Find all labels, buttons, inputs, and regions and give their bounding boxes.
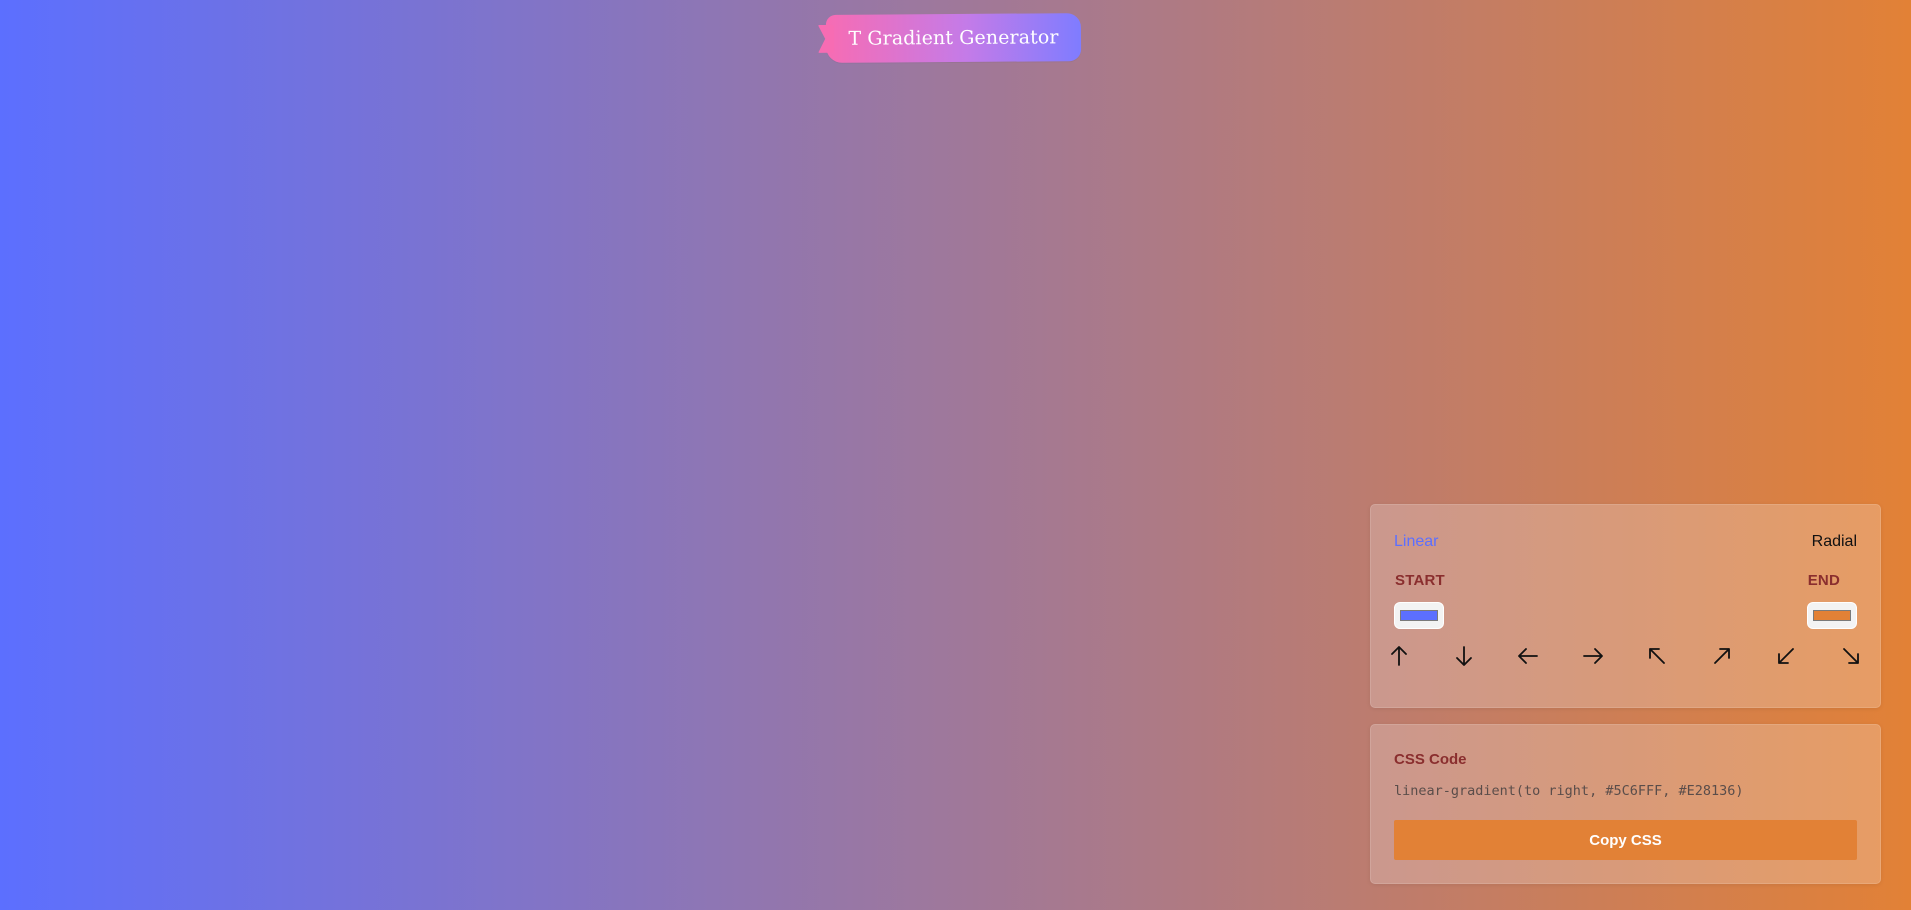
start-color-picker[interactable] — [1394, 602, 1444, 629]
linear-mode-tab[interactable]: Linear — [1394, 533, 1438, 551]
end-color-picker[interactable] — [1807, 602, 1857, 629]
css-code-heading: CSS Code — [1394, 751, 1467, 768]
arrow-up-icon — [1387, 644, 1411, 673]
direction-down-button[interactable] — [1448, 642, 1480, 674]
arrow-down-icon — [1452, 644, 1476, 673]
direction-buttons — [1383, 642, 1867, 674]
arrow-right-icon — [1581, 644, 1605, 673]
gradient-controls-panel: Linear Radial START END — [1370, 504, 1881, 708]
arrow-left-icon — [1516, 644, 1540, 673]
radial-mode-tab[interactable]: Radial — [1812, 533, 1857, 551]
start-color-swatch — [1400, 610, 1438, 621]
direction-up-right-button[interactable] — [1706, 642, 1738, 674]
page-title: T Gradient Generator — [848, 26, 1059, 50]
end-color-label: END — [1807, 572, 1840, 589]
direction-left-button[interactable] — [1512, 642, 1544, 674]
direction-up-left-button[interactable] — [1641, 642, 1673, 674]
direction-right-button[interactable] — [1577, 642, 1609, 674]
css-code-panel: CSS Code linear-gradient(to right, #5C6F… — [1370, 724, 1881, 884]
end-color-swatch — [1813, 610, 1851, 621]
direction-down-right-button[interactable] — [1835, 642, 1867, 674]
copy-css-button[interactable]: Copy CSS — [1394, 820, 1857, 860]
title-banner: T Gradient Generator — [825, 13, 1082, 63]
direction-up-button[interactable] — [1383, 642, 1415, 674]
arrow-up-right-icon — [1710, 644, 1734, 673]
arrow-up-left-icon — [1645, 644, 1669, 673]
start-color-label: START — [1395, 572, 1445, 589]
arrow-down-left-icon — [1774, 644, 1798, 673]
css-code-output: linear-gradient(to right, #5C6FFF, #E281… — [1394, 783, 1744, 799]
direction-down-left-button[interactable] — [1770, 642, 1802, 674]
arrow-down-right-icon — [1839, 644, 1863, 673]
